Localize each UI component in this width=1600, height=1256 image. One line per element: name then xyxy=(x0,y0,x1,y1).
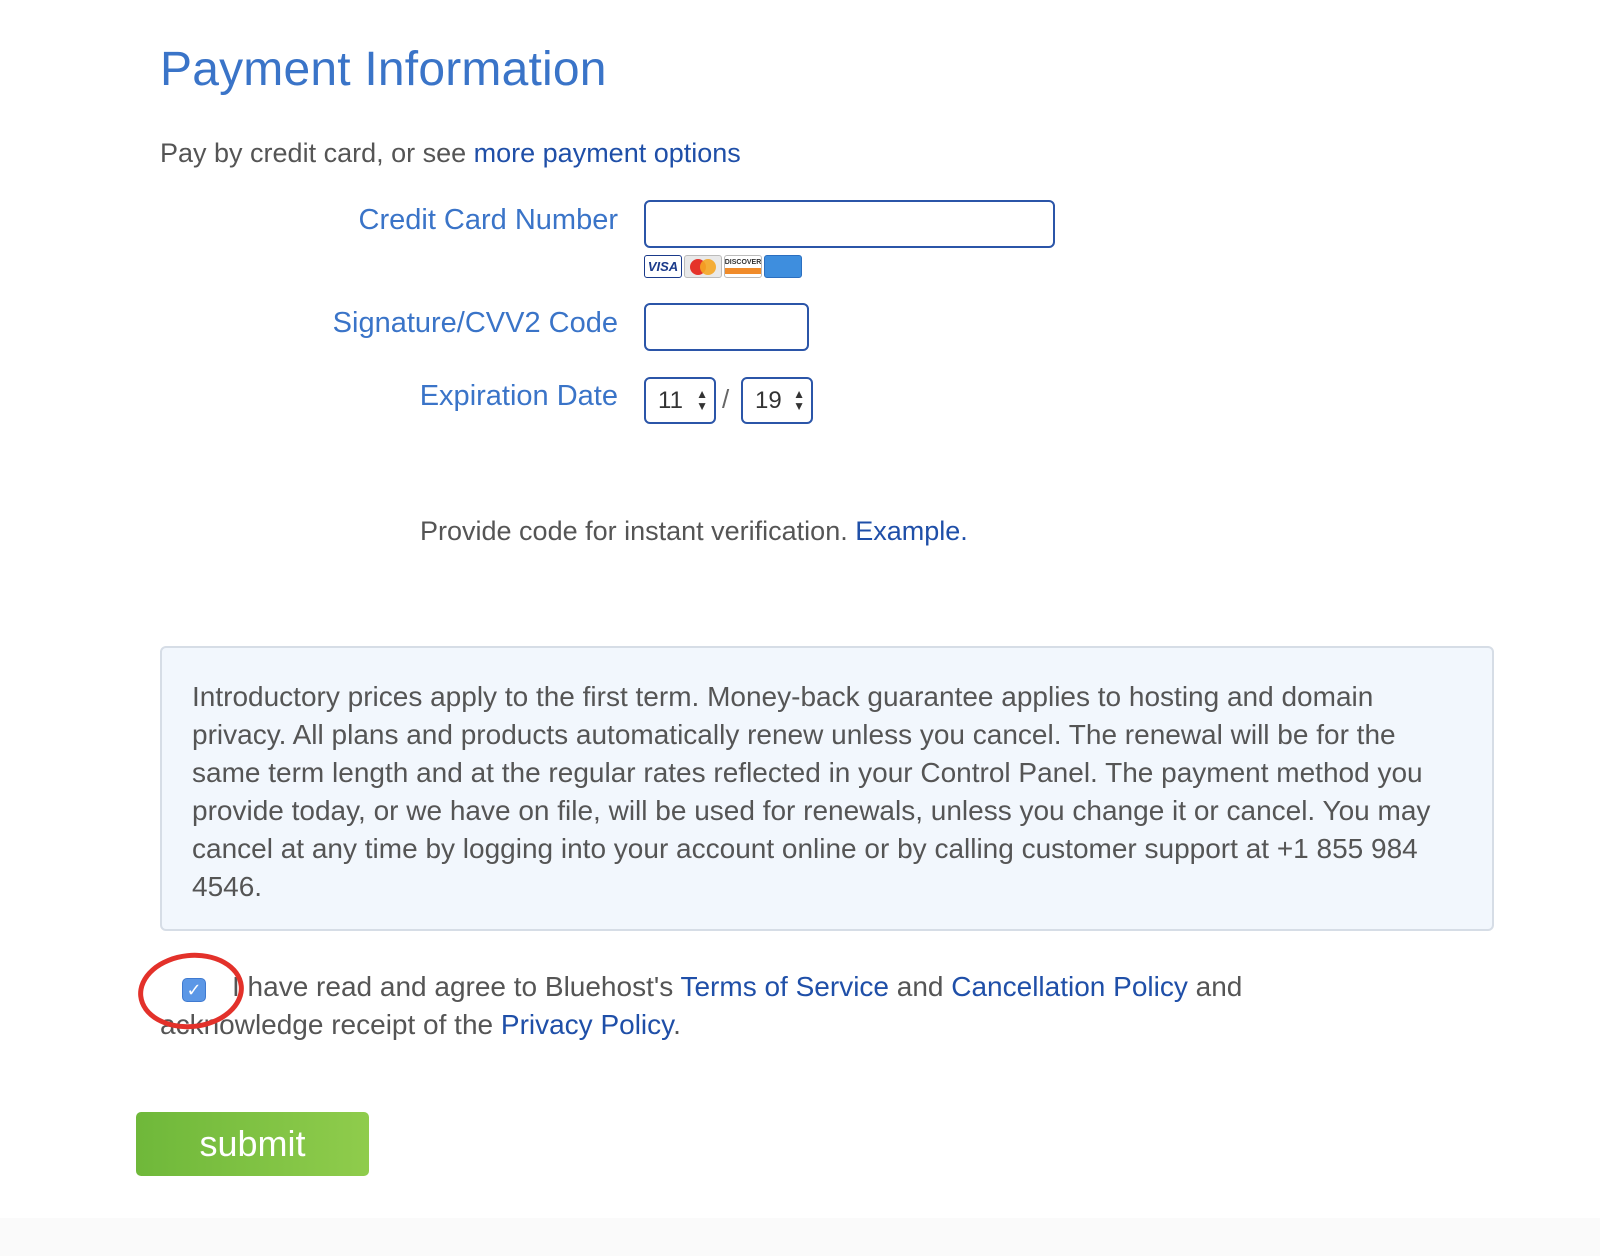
page-footer-strip xyxy=(0,1218,1600,1256)
select-arrows-icon: ▲ ▼ xyxy=(793,387,805,413)
submit-button[interactable]: submit xyxy=(136,1112,369,1176)
expiration-month-value: 11 xyxy=(658,386,683,414)
checkmark-icon: ✓ xyxy=(186,979,202,1000)
more-payment-options-link[interactable]: more payment options xyxy=(474,138,741,168)
expiration-month-select[interactable]: 11 ▲ ▼ xyxy=(644,377,716,424)
intro-text: Pay by credit card, or see xyxy=(160,138,474,168)
amex-logo-icon xyxy=(764,255,802,278)
card-logos: VISA DISCOVER xyxy=(644,255,802,278)
agreement-text: I have read and agree to Bluehost's Term… xyxy=(160,968,1390,1044)
example-link[interactable]: Example. xyxy=(855,516,968,546)
terms-of-service-link[interactable]: Terms of Service xyxy=(680,971,889,1002)
credit-card-number-input[interactable] xyxy=(644,200,1055,248)
privacy-policy-link[interactable]: Privacy Policy xyxy=(501,1009,673,1040)
renewal-notice-text: Introductory prices apply to the first t… xyxy=(192,681,1431,902)
date-separator: / xyxy=(722,384,730,414)
discover-logo-icon: DISCOVER xyxy=(724,255,762,278)
agree-checkbox[interactable]: ✓ xyxy=(182,978,206,1002)
cvv-label: Signature/CVV2 Code xyxy=(332,307,618,339)
agreement-text-part: . xyxy=(673,1009,681,1040)
agreement-text-part: and xyxy=(888,971,952,1002)
expiration-date-label: Expiration Date xyxy=(419,380,618,412)
verification-text: Provide code for instant verification. xyxy=(420,516,856,546)
renewal-notice-box: Introductory prices apply to the first t… xyxy=(160,646,1494,931)
agreement-text-part: I have read and agree to Bluehost's xyxy=(232,971,681,1002)
expiration-year-select[interactable]: 19 ▲ ▼ xyxy=(741,377,813,424)
mastercard-logo-icon xyxy=(684,255,722,278)
cancellation-policy-link[interactable]: Cancellation Policy xyxy=(951,971,1188,1002)
select-arrows-icon: ▲ ▼ xyxy=(696,387,708,413)
visa-logo-icon: VISA xyxy=(644,255,682,278)
payment-intro: Pay by credit card, or see more payment … xyxy=(160,138,741,169)
page-title: Payment Information xyxy=(160,43,607,96)
credit-card-number-label: Credit Card Number xyxy=(358,204,618,236)
cvv-input[interactable] xyxy=(644,303,809,351)
expiration-year-value: 19 xyxy=(755,386,782,414)
verification-note: Provide code for instant verification. E… xyxy=(420,516,968,547)
